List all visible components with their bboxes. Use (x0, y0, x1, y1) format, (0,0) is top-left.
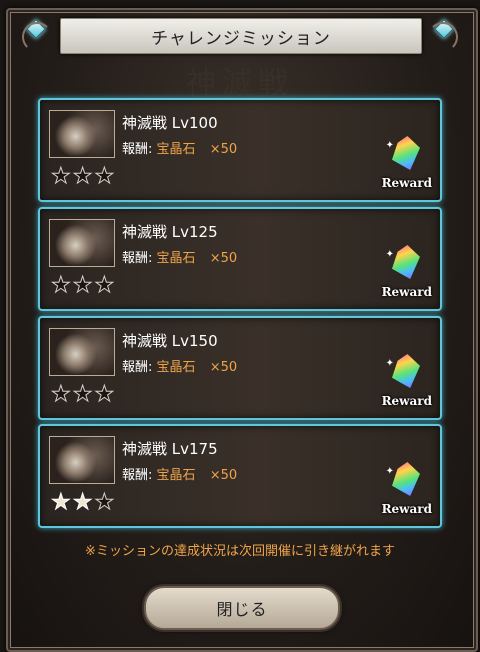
star-rating: ★ ★ ★ (51, 382, 115, 407)
reward-count: ×50 (209, 468, 238, 483)
star-empty-icon: ★ (72, 382, 93, 407)
sparkle-icon: ✦ (385, 466, 394, 477)
crystal-reward-icon (392, 354, 420, 388)
flourish-ornament-icon (428, 22, 458, 52)
star-empty-icon: ★ (51, 273, 72, 298)
flourish-ornament-icon (22, 22, 52, 52)
star-empty-icon: ★ (72, 164, 93, 189)
sparkle-icon: ✦ (385, 358, 394, 369)
crystal-reward-icon (392, 136, 420, 170)
reward-badge: Reward (381, 176, 432, 190)
boss-thumbnail (49, 110, 115, 158)
mission-reward: 報酬: 宝晶石 ×50 (122, 464, 237, 483)
sparkle-icon: ✦ (385, 140, 394, 151)
close-button-label: 閉じる (216, 600, 268, 619)
close-button[interactable]: 閉じる (144, 586, 340, 630)
crystal-reward-icon (392, 462, 420, 496)
reward-count: ×50 (209, 360, 238, 375)
mission-name: 神滅戦 Lv175 (122, 440, 218, 458)
star-empty-icon: ★ (51, 382, 72, 407)
boss-thumbnail (49, 436, 115, 484)
reward-label: 報酬: (122, 251, 153, 266)
mission-card[interactable]: 神滅戦 Lv150 報酬: 宝晶石 ×50 ★ ★ ★ ✦ Reward (38, 316, 442, 420)
reward-badge: Reward (381, 394, 432, 408)
mission-reward: 報酬: 宝晶石 ×50 (122, 356, 237, 375)
mission-card[interactable]: 神滅戦 Lv175 報酬: 宝晶石 ×50 ★ ★ ★ ✦ Reward (38, 424, 442, 528)
carryover-note: ※ミッションの達成状況は次回開催に引き継がれます (85, 544, 395, 559)
mission-card[interactable]: 神滅戦 Lv100 報酬: 宝晶石 ×50 ★ ★ ★ ✦ Reward (38, 98, 442, 202)
dialog-title-bar: チャレンジミッション (60, 18, 422, 54)
reward-item: 宝晶石 (156, 360, 196, 375)
reward-count: ×50 (209, 251, 238, 266)
star-empty-icon: ★ (94, 382, 115, 407)
boss-thumbnail (49, 328, 115, 376)
dialog-title: チャレンジミッション (151, 28, 331, 49)
reward-item: 宝晶石 (156, 468, 196, 483)
reward-item: 宝晶石 (156, 142, 196, 157)
star-rating: ★ ★ ★ (51, 164, 115, 189)
mission-name: 神滅戦 Lv150 (122, 332, 218, 350)
mission-reward: 報酬: 宝晶石 ×50 (122, 138, 237, 157)
reward-label: 報酬: (122, 468, 153, 483)
reward-count: ×50 (209, 142, 238, 157)
star-empty-icon: ★ (94, 273, 115, 298)
mission-card[interactable]: 神滅戦 Lv125 報酬: 宝晶石 ×50 ★ ★ ★ ✦ Reward (38, 207, 442, 311)
star-empty-icon: ★ (94, 164, 115, 189)
reward-label: 報酬: (122, 142, 153, 157)
star-rating: ★ ★ ★ (51, 273, 115, 298)
star-filled-icon: ★ (51, 490, 72, 515)
mission-name: 神滅戦 Lv125 (122, 223, 218, 241)
sparkle-icon: ✦ (385, 249, 394, 260)
star-empty-icon: ★ (94, 490, 115, 515)
crystal-reward-icon (392, 245, 420, 279)
boss-thumbnail (49, 219, 115, 267)
star-empty-icon: ★ (72, 273, 93, 298)
mission-reward: 報酬: 宝晶石 ×50 (122, 247, 237, 266)
reward-badge: Reward (381, 285, 432, 299)
star-rating: ★ ★ ★ (51, 490, 115, 515)
background-title: 神滅戦 (186, 66, 294, 101)
reward-badge: Reward (381, 502, 432, 516)
mission-name: 神滅戦 Lv100 (122, 114, 218, 132)
reward-item: 宝晶石 (156, 251, 196, 266)
reward-label: 報酬: (122, 360, 153, 375)
star-filled-icon: ★ (72, 490, 93, 515)
star-empty-icon: ★ (51, 164, 72, 189)
